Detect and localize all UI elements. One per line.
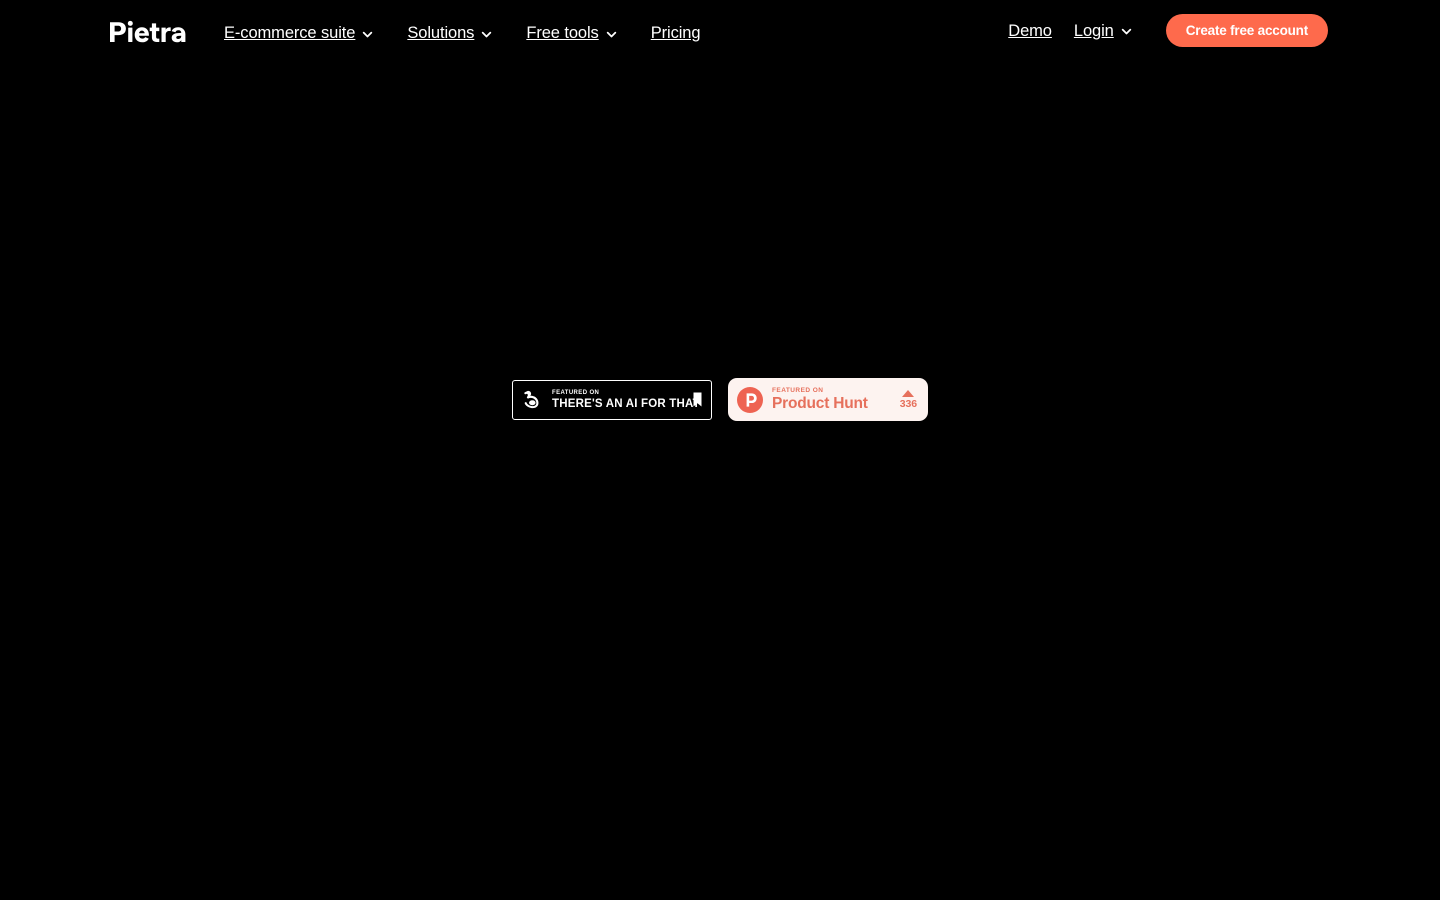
nav-item-ecommerce-suite-label: E-commerce suite xyxy=(224,24,356,42)
taaft-name-label: THERE'S AN AI FOR THAT xyxy=(552,397,700,410)
product-hunt-logo-icon xyxy=(737,386,763,413)
upvote-triangle-icon xyxy=(902,389,915,397)
create-free-account-button[interactable]: Create free account xyxy=(1165,14,1328,47)
featured-badges-row: FEATURED ON THERE'S AN AI FOR THAT FEATU… xyxy=(512,378,928,421)
product-hunt-badge[interactable]: FEATURED ON Product Hunt 336 xyxy=(728,378,928,421)
nav-item-demo-label: Demo xyxy=(1008,21,1052,40)
pietra-logo[interactable] xyxy=(110,20,198,44)
product-hunt-featured-label: FEATURED ON xyxy=(772,386,824,394)
chevron-down-icon xyxy=(362,29,373,40)
nav-item-solutions[interactable]: Solutions xyxy=(407,21,492,45)
nav-item-ecommerce-suite[interactable]: E-commerce suite xyxy=(224,21,373,45)
nav-item-pricing-label: Pricing xyxy=(650,24,701,42)
nav-item-free-tools[interactable]: Free tools xyxy=(526,21,616,45)
theres-an-ai-for-that-badge[interactable]: FEATURED ON THERE'S AN AI FOR THAT xyxy=(512,379,712,420)
product-hunt-text: FEATURED ON Product Hunt xyxy=(772,387,889,413)
nav-item-login[interactable]: Login xyxy=(1074,19,1132,43)
nav-item-demo[interactable]: Demo xyxy=(1008,19,1052,43)
product-hunt-upvote-count: 336 xyxy=(899,397,917,410)
site-header: E-commerce suite Solutions Free tools Pr… xyxy=(0,0,1440,62)
nav-item-free-tools-label: Free tools xyxy=(526,24,599,42)
flexed-bicep-icon xyxy=(521,388,544,411)
theres-an-ai-for-that-text: FEATURED ON THERE'S AN AI FOR THAT xyxy=(552,389,700,410)
taaft-featured-label: FEATURED ON xyxy=(552,389,600,396)
nav-item-solutions-label: Solutions xyxy=(407,24,475,42)
nav-item-pricing[interactable]: Pricing xyxy=(651,21,701,45)
chevron-down-icon xyxy=(481,29,492,40)
nav-item-login-label: Login xyxy=(1073,21,1114,40)
secondary-navigation: Demo Login Create free account xyxy=(1008,14,1328,47)
chevron-down-icon xyxy=(1121,26,1132,37)
product-hunt-upvote[interactable]: 336 xyxy=(898,389,917,410)
chevron-down-icon xyxy=(606,29,617,40)
bookmark-icon xyxy=(693,392,702,407)
primary-navigation: E-commerce suite Solutions Free tools Pr… xyxy=(224,21,701,45)
product-hunt-name-label: Product Hunt xyxy=(772,394,868,412)
